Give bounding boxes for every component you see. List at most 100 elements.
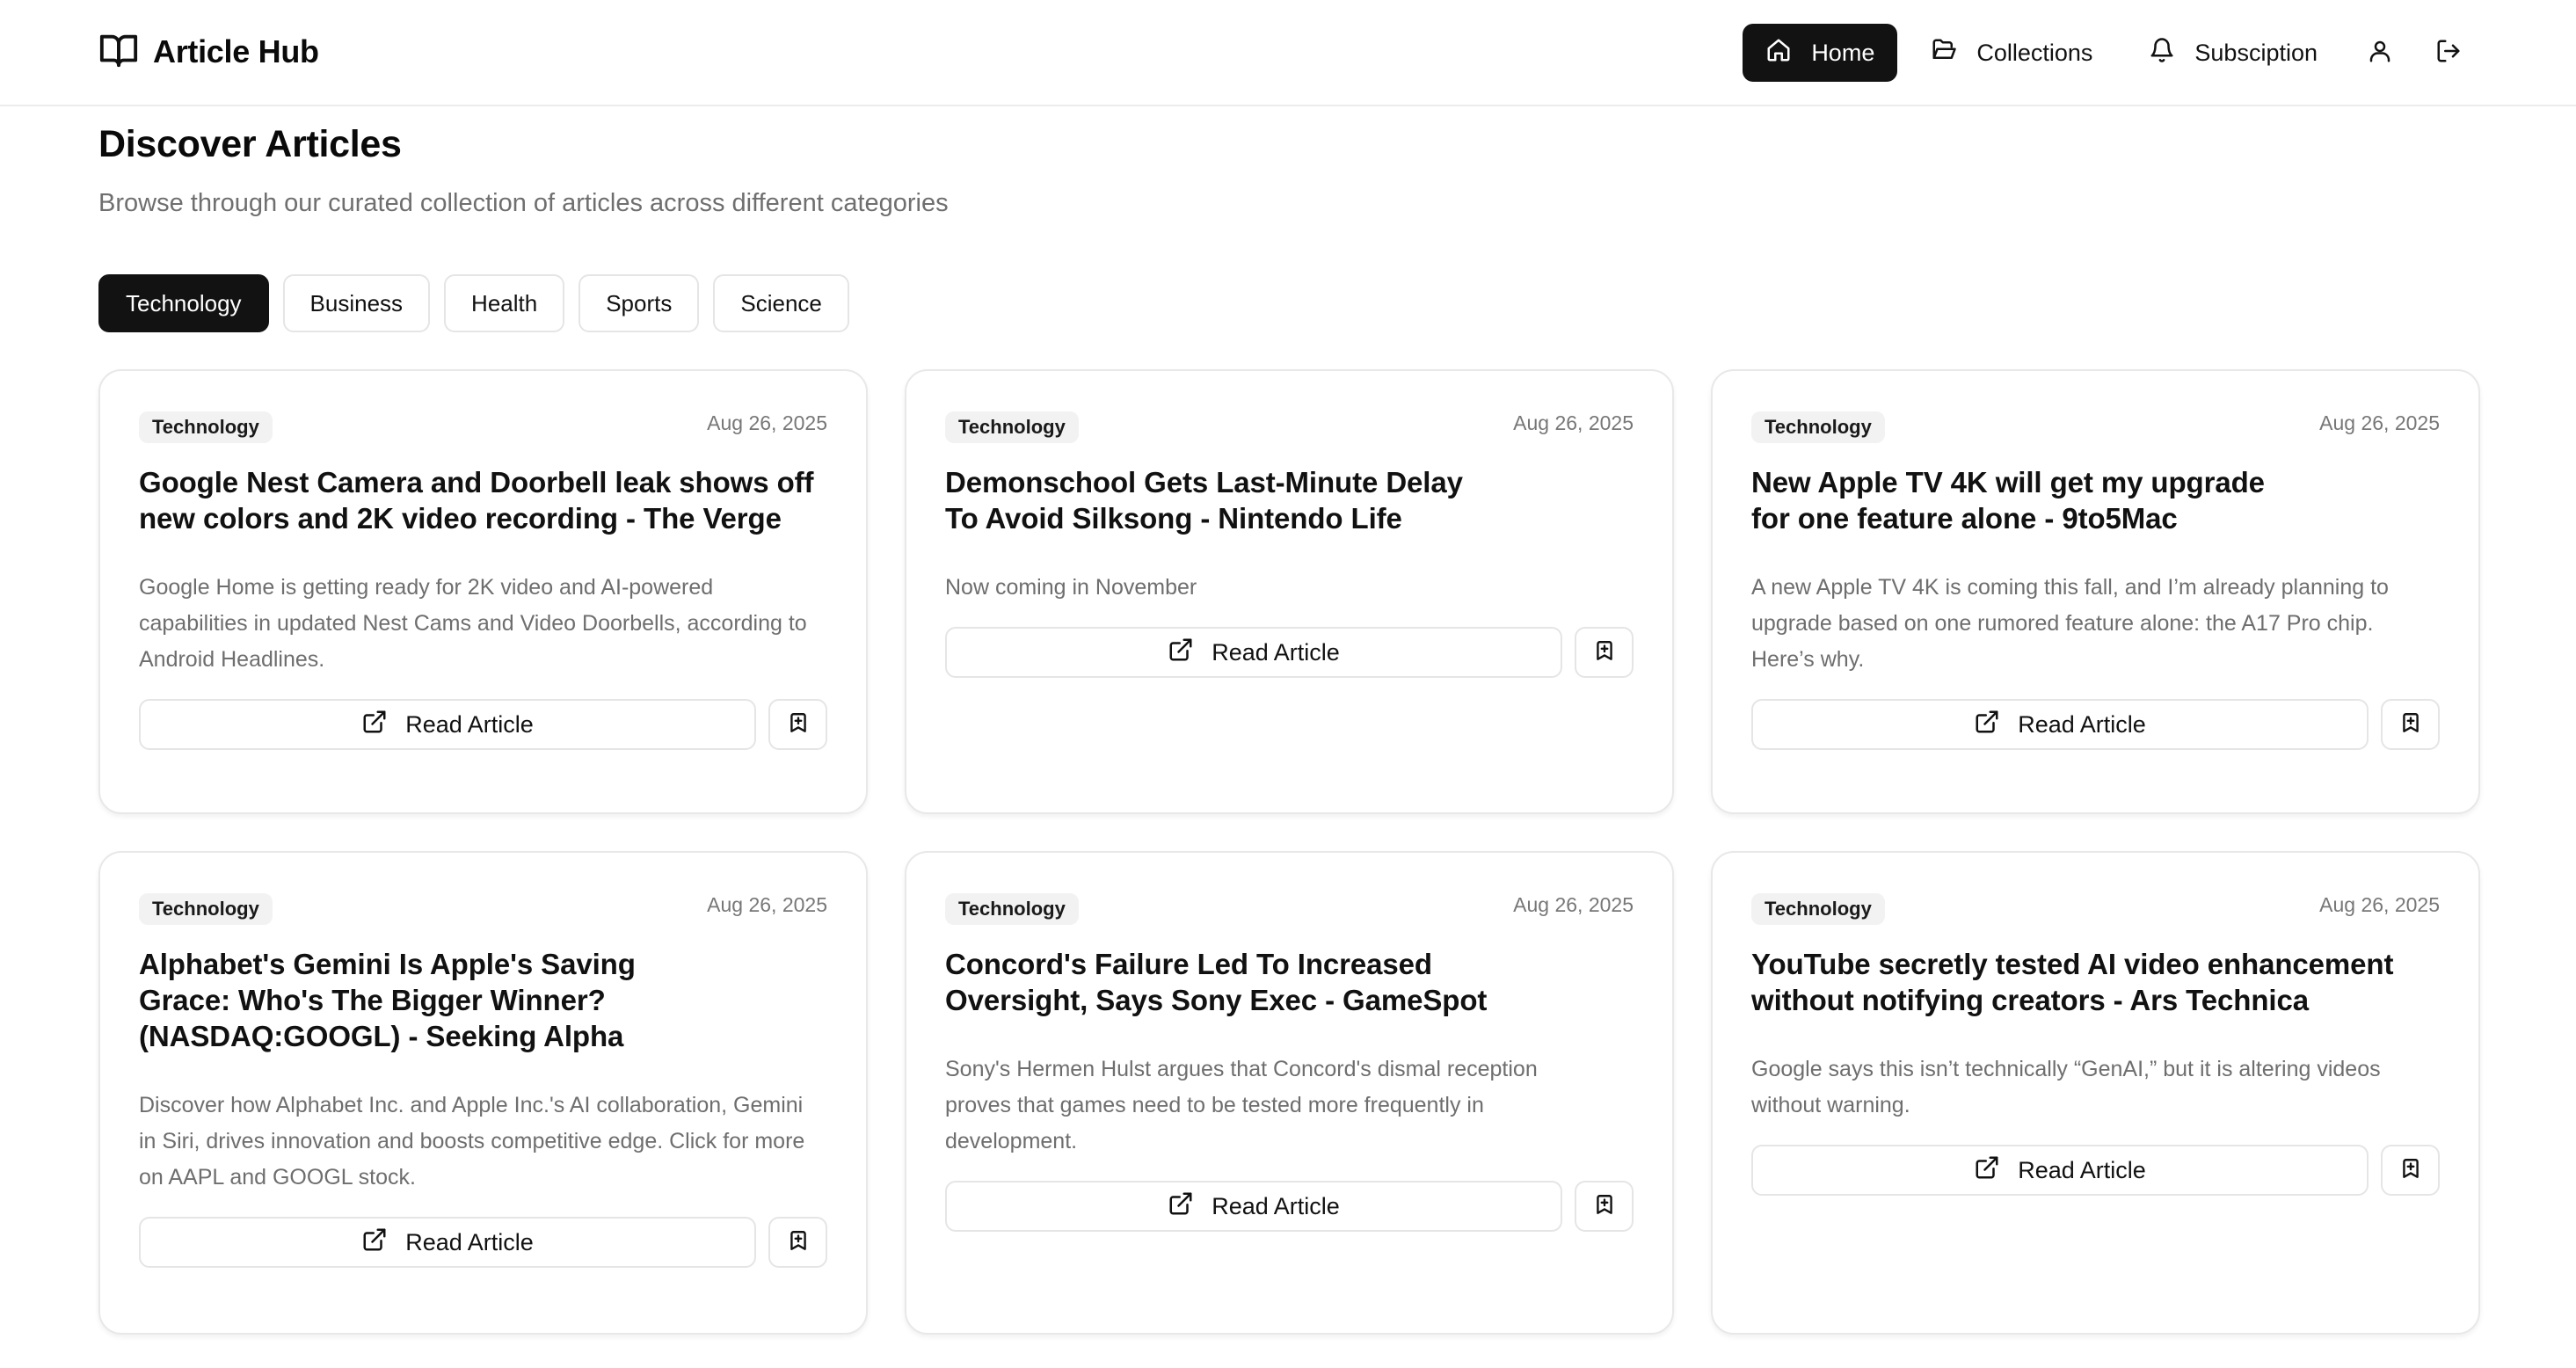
read-article-button[interactable]: Read Article bbox=[1751, 699, 2369, 750]
article-card: Technology Aug 26, 2025 Google Nest Came… bbox=[98, 369, 868, 814]
article-card-wrapper: Technology Aug 26, 2025 New Apple TV 4K … bbox=[1711, 369, 2480, 814]
category-badge: Technology bbox=[139, 893, 273, 925]
category-badge: Technology bbox=[1751, 893, 1885, 925]
article-card-wrapper: Technology Aug 26, 2025 Concord's Failur… bbox=[905, 851, 1674, 1335]
bookmark-plus-icon bbox=[1593, 1193, 1616, 1220]
bookmark-button[interactable] bbox=[2381, 1145, 2440, 1196]
card-actions: Read Article bbox=[945, 627, 1634, 678]
bookmark-plus-icon bbox=[2399, 711, 2422, 739]
folder-open-icon bbox=[1931, 37, 1957, 69]
bell-icon bbox=[2149, 37, 2175, 69]
card-actions: Read Article bbox=[139, 699, 827, 750]
external-link-icon bbox=[1168, 637, 1194, 669]
tab-science[interactable]: Science bbox=[713, 274, 849, 332]
article-description: A new Apple TV 4K is coming this fall, a… bbox=[1751, 575, 2389, 672]
article-date: Aug 26, 2025 bbox=[707, 411, 827, 434]
bookmark-button[interactable] bbox=[768, 1217, 827, 1268]
card-header: Technology Aug 26, 2025 bbox=[945, 890, 1634, 925]
card-header: Technology Aug 26, 2025 bbox=[1751, 890, 2440, 925]
article-date: Aug 26, 2025 bbox=[2319, 893, 2440, 916]
category-badge: Technology bbox=[1751, 411, 1885, 443]
article-description: Google says this isn’t technically “GenA… bbox=[1751, 1057, 2381, 1117]
nav-home-button[interactable]: Home bbox=[1743, 24, 1898, 82]
bookmark-button[interactable] bbox=[2381, 699, 2440, 750]
article-date: Aug 26, 2025 bbox=[1513, 893, 1634, 916]
external-link-icon bbox=[1974, 709, 2000, 741]
card-actions: Read Article bbox=[139, 1217, 827, 1268]
article-title: YouTube secretly tested AI video enhance… bbox=[1751, 948, 2394, 1016]
article-description: Google Home is getting ready for 2K vide… bbox=[139, 575, 807, 672]
article-description: Discover how Alphabet Inc. and Apple Inc… bbox=[139, 1093, 805, 1190]
article-card: Technology Aug 26, 2025 Alphabet's Gemin… bbox=[98, 851, 868, 1335]
category-badge: Technology bbox=[945, 411, 1079, 443]
main-nav: Home Collections Subsciption bbox=[1743, 24, 2478, 82]
bookmark-plus-icon bbox=[1593, 639, 1616, 666]
article-date: Aug 26, 2025 bbox=[1513, 411, 1634, 434]
tab-sports[interactable]: Sports bbox=[579, 274, 700, 332]
article-date: Aug 26, 2025 bbox=[2319, 411, 2440, 434]
brand[interactable]: Article Hub bbox=[98, 32, 319, 72]
category-badge: Technology bbox=[945, 893, 1079, 925]
bookmark-plus-icon bbox=[787, 1229, 810, 1256]
article-title: Alphabet's Gemini Is Apple's Saving Grac… bbox=[139, 948, 636, 1052]
article-card-wrapper: Technology Aug 26, 2025 Alphabet's Gemin… bbox=[98, 851, 868, 1335]
page-title: Discover Articles bbox=[98, 123, 402, 165]
read-article-label: Read Article bbox=[405, 1228, 534, 1255]
book-open-icon bbox=[98, 30, 139, 75]
read-article-button[interactable]: Read Article bbox=[139, 699, 756, 750]
article-card-wrapper: Technology Aug 26, 2025 YouTube secretly… bbox=[1711, 851, 2480, 1335]
article-title: New Apple TV 4K will get my upgrade for … bbox=[1751, 466, 2265, 535]
article-title: Demonschool Gets Last-Minute Delay To Av… bbox=[945, 466, 1463, 535]
article-card: Technology Aug 26, 2025 Demonschool Gets… bbox=[905, 369, 1674, 814]
nav-home-label: Home bbox=[1811, 39, 1875, 66]
page-subtitle: Browse through our curated collection of… bbox=[98, 189, 949, 217]
article-card-wrapper: Technology Aug 26, 2025 Google Nest Came… bbox=[98, 369, 868, 814]
tab-business[interactable]: Business bbox=[282, 274, 431, 332]
external-link-icon bbox=[361, 1226, 388, 1259]
category-tabs: Technology Business Health Sports Scienc… bbox=[98, 274, 849, 332]
article-date: Aug 26, 2025 bbox=[707, 893, 827, 916]
card-header: Technology Aug 26, 2025 bbox=[139, 890, 827, 925]
article-title: Google Nest Camera and Doorbell leak sho… bbox=[139, 466, 814, 535]
category-badge: Technology bbox=[139, 411, 273, 443]
nav-collections-button[interactable]: Collections bbox=[1908, 24, 2115, 82]
logout-icon bbox=[2435, 38, 2462, 69]
user-icon bbox=[2367, 38, 2393, 69]
read-article-label: Read Article bbox=[2018, 1156, 2146, 1183]
card-actions: Read Article bbox=[945, 1181, 1634, 1232]
card-actions: Read Article bbox=[1751, 699, 2440, 750]
read-article-button[interactable]: Read Article bbox=[945, 1181, 1562, 1232]
article-card: Technology Aug 26, 2025 New Apple TV 4K … bbox=[1711, 369, 2480, 814]
bookmark-button[interactable] bbox=[1575, 627, 1634, 678]
tab-health[interactable]: Health bbox=[444, 274, 565, 332]
nav-subscription-button[interactable]: Subsciption bbox=[2126, 24, 2340, 82]
card-header: Technology Aug 26, 2025 bbox=[139, 408, 827, 443]
app-name: Article Hub bbox=[153, 33, 319, 69]
bookmark-plus-icon bbox=[2399, 1157, 2422, 1184]
read-article-button[interactable]: Read Article bbox=[945, 627, 1562, 678]
read-article-button[interactable]: Read Article bbox=[1751, 1145, 2369, 1196]
article-card: Technology Aug 26, 2025 Concord's Failur… bbox=[905, 851, 1674, 1335]
bookmark-plus-icon bbox=[787, 711, 810, 739]
top-navbar: Article Hub Home Collections Subsciption bbox=[0, 0, 2576, 106]
card-actions: Read Article bbox=[1751, 1145, 2440, 1196]
external-link-icon bbox=[1168, 1190, 1194, 1223]
bookmark-button[interactable] bbox=[1575, 1181, 1634, 1232]
nav-collections-label: Collections bbox=[1976, 39, 2093, 66]
article-grid: Technology Aug 26, 2025 Google Nest Came… bbox=[98, 369, 2480, 1335]
article-title: Concord's Failure Led To Increased Overs… bbox=[945, 948, 1488, 1016]
read-article-label: Read Article bbox=[1212, 638, 1340, 666]
home-icon bbox=[1765, 37, 1792, 69]
article-card-wrapper: Technology Aug 26, 2025 Demonschool Gets… bbox=[905, 369, 1674, 814]
tab-technology[interactable]: Technology bbox=[98, 274, 269, 332]
external-link-icon bbox=[1974, 1154, 2000, 1187]
read-article-button[interactable]: Read Article bbox=[139, 1217, 756, 1268]
article-card: Technology Aug 26, 2025 YouTube secretly… bbox=[1711, 851, 2480, 1335]
card-header: Technology Aug 26, 2025 bbox=[1751, 408, 2440, 443]
profile-button[interactable] bbox=[2351, 24, 2409, 82]
external-link-icon bbox=[361, 709, 388, 741]
read-article-label: Read Article bbox=[1212, 1192, 1340, 1219]
bookmark-button[interactable] bbox=[768, 699, 827, 750]
article-description: Now coming in November bbox=[945, 575, 1197, 600]
logout-button[interactable] bbox=[2420, 24, 2478, 82]
